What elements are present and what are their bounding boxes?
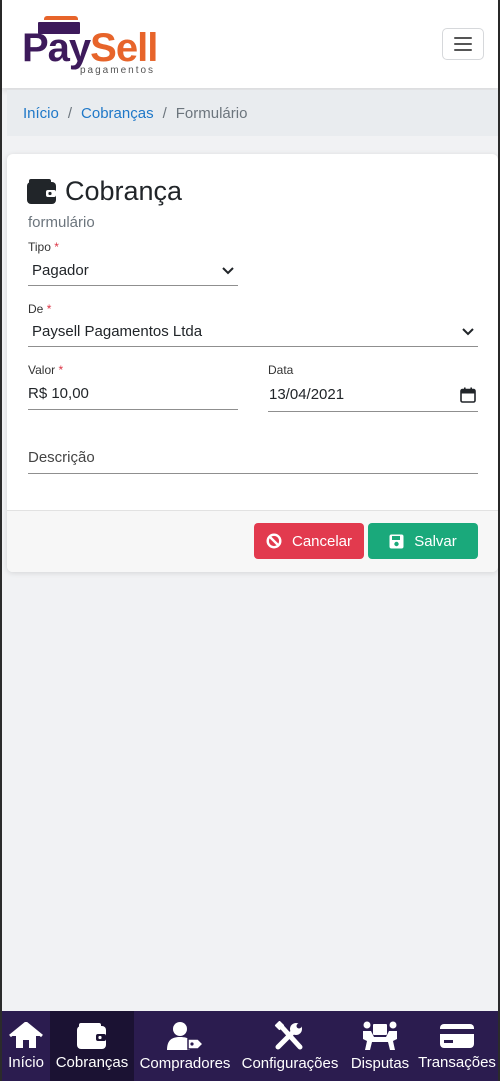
de-select[interactable]: Paysell Pagamentos Ltda <box>28 317 478 347</box>
breadcrumb-separator: / <box>162 104 167 122</box>
tools-icon <box>274 1020 303 1049</box>
top-navbar: PaySell pagamentos <box>2 0 498 88</box>
page-title: Cobrança <box>65 176 183 206</box>
wallet-icon <box>27 178 56 204</box>
card-footer: Cancelar Salvar <box>7 510 498 572</box>
data-input-value: 13/04/2021 <box>269 386 345 403</box>
nav-cobrancas[interactable]: Cobranças <box>50 1011 134 1081</box>
save-button-label: Salvar <box>414 532 457 550</box>
logo-sell: Sell <box>90 26 158 70</box>
save-button[interactable]: Salvar <box>368 523 478 559</box>
card-header: Cobrança <box>27 176 182 207</box>
tipo-select[interactable]: Pagador <box>28 256 238 286</box>
breadcrumb-separator: / <box>67 104 73 122</box>
tipo-select-value: Pagador <box>32 262 89 279</box>
nav-disputas-label: Disputas <box>350 1054 410 1072</box>
wallet-icon <box>77 1022 106 1049</box>
de-select-value: Paysell Pagamentos Ltda <box>32 323 203 340</box>
nav-compradores-label: Compradores <box>139 1054 231 1072</box>
home-icon <box>9 1021 43 1048</box>
save-icon <box>389 534 404 548</box>
bottom-nav: Início Cobranças Compradores Configuraçõ… <box>2 1011 498 1081</box>
menu-toggle-button[interactable] <box>442 28 484 60</box>
chevron-down-icon <box>462 327 474 335</box>
data-input[interactable]: 13/04/2021 <box>268 378 478 412</box>
logo-tagline: pagamentos <box>80 65 156 76</box>
cancel-button-label: Cancelar <box>291 532 353 550</box>
logo-wordmark: PaySell <box>22 26 158 70</box>
valor-input-value: R$ 10,00 <box>28 385 89 402</box>
nav-compradores[interactable]: Compradores <box>134 1011 236 1081</box>
nav-cobrancas-label: Cobranças <box>55 1053 129 1071</box>
breadcrumb-cobrancas[interactable]: Cobranças <box>81 105 154 122</box>
page-subtitle: formulário <box>28 214 95 231</box>
user-tag-icon <box>167 1021 204 1050</box>
cobranca-form-card: Cobrança formulário Tipo * Pagador De * … <box>7 154 498 572</box>
nav-transacoes[interactable]: Transações <box>416 1011 498 1081</box>
nav-configuracoes[interactable]: Configurações <box>236 1011 344 1081</box>
nav-inicio[interactable]: Início <box>2 1011 50 1081</box>
descricao-input[interactable]: Descrição <box>28 442 478 474</box>
chevron-down-icon <box>222 266 234 274</box>
cancel-button[interactable]: Cancelar <box>254 523 364 559</box>
de-label: De * <box>28 302 52 316</box>
breadcrumb-inicio[interactable]: Início <box>23 105 59 122</box>
credit-card-icon <box>440 1023 474 1048</box>
calendar-icon[interactable] <box>460 387 476 403</box>
people-carry-icon <box>363 1021 397 1050</box>
descricao-placeholder: Descrição <box>28 449 95 466</box>
nav-configuracoes-label: Configurações <box>241 1054 339 1072</box>
breadcrumb: Início / Cobranças / Formulário <box>7 90 498 136</box>
paysell-logo[interactable]: PaySell pagamentos <box>22 14 158 76</box>
ban-icon <box>266 533 282 549</box>
nav-transacoes-label: Transações <box>418 1053 496 1071</box>
nav-disputas[interactable]: Disputas <box>344 1011 416 1081</box>
valor-label: Valor * <box>28 363 64 377</box>
data-label: Data <box>268 363 294 377</box>
nav-inicio-label: Início <box>8 1053 44 1071</box>
valor-input[interactable]: R$ 10,00 <box>28 378 238 410</box>
logo-pay: Pay <box>22 26 91 70</box>
breadcrumb-current: Formulário <box>175 104 248 122</box>
tipo-label: Tipo * <box>28 240 59 254</box>
hamburger-icon <box>454 37 472 39</box>
